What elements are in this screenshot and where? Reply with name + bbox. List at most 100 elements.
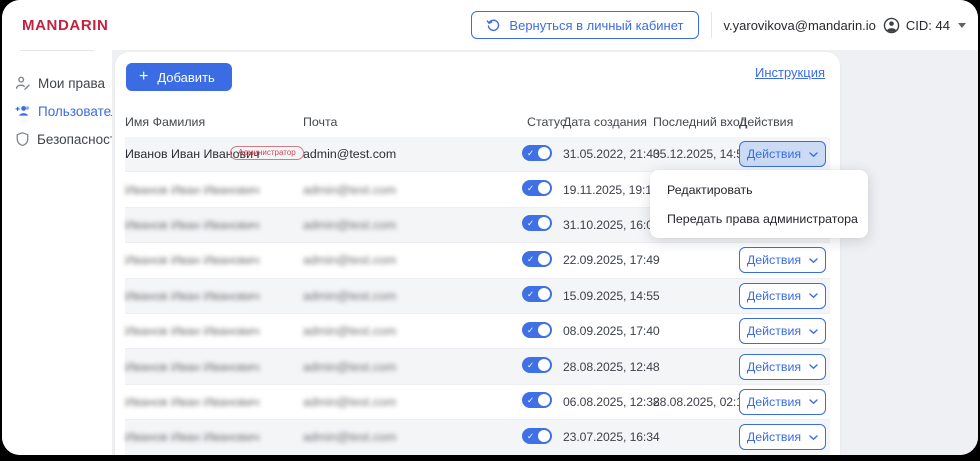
- user-name: Иванов Иван Иванович: [125, 430, 260, 445]
- created-date: 15.09.2025, 14:55: [563, 288, 660, 303]
- column-header-created: Дата создания: [563, 114, 647, 129]
- table-row: Иванов Иван Иванович admin@test.com 22.0…: [125, 243, 830, 279]
- column-header-name: Имя Фамилия: [125, 114, 206, 129]
- top-header: MANDARIN Вернуться в личный кабинет v.ya…: [2, 0, 978, 50]
- chevron-down-icon: [809, 293, 818, 299]
- created-date: 31.10.2025, 16:09: [563, 217, 660, 232]
- status-toggle[interactable]: [522, 250, 552, 267]
- add-button-label: Добавить: [157, 69, 215, 85]
- user-name: Иванов Иван Иванович: [125, 324, 260, 339]
- created-date: 28.08.2025, 12:48: [563, 359, 660, 374]
- user-name: Иванов Иван Иванович: [125, 253, 260, 268]
- chevron-down-icon: [809, 151, 818, 157]
- user-email: admin@test.com: [303, 324, 397, 339]
- person-edit-icon: [15, 76, 30, 90]
- menu-item-edit[interactable]: Редактировать: [650, 175, 868, 204]
- actions-button[interactable]: Действия: [739, 141, 826, 168]
- user-email: admin@test.com: [303, 182, 397, 197]
- user-email-text: v.yarovikova@mandarin.io: [723, 17, 876, 33]
- user-email: admin@test.com: [303, 217, 397, 232]
- menu-item-transfer-admin[interactable]: Передать права администратора: [650, 204, 868, 233]
- actions-button-label: Действия: [746, 430, 802, 445]
- user-name: Иванов Иван Иванович: [125, 394, 260, 409]
- user-name: Иванов Иван Иванович: [125, 217, 260, 232]
- sidebar-item-users[interactable]: Пользователи: [2, 98, 126, 124]
- table-row: Иванов Иван Иванович admin@test.com 06.0…: [125, 385, 830, 421]
- user-email: admin@test.com: [303, 288, 397, 303]
- last-login-date: 05.12.2025, 14:52: [653, 147, 750, 162]
- status-toggle[interactable]: [522, 286, 552, 303]
- plus-icon: [139, 69, 148, 85]
- app-window: MANDARIN Вернуться в личный кабинет v.ya…: [2, 0, 978, 455]
- column-header-email: Почта: [303, 114, 338, 129]
- actions-button-label: Действия: [746, 394, 802, 409]
- actions-button-label: Действия: [746, 147, 802, 162]
- status-toggle[interactable]: [522, 392, 552, 409]
- status-toggle[interactable]: [522, 427, 552, 444]
- actions-button-label: Действия: [746, 253, 802, 268]
- table-row: Администратор Иванов Иван Иванович admin…: [125, 137, 830, 173]
- status-toggle[interactable]: [522, 215, 552, 232]
- avatar-icon: [883, 17, 900, 34]
- main-area: Добавить Инструкция Имя Фамилия Почта Ст…: [112, 50, 978, 455]
- sidebar-item-label: Мои права: [38, 75, 106, 91]
- column-header-actions: Действия: [739, 114, 794, 129]
- status-toggle[interactable]: [522, 321, 552, 338]
- return-arrow-icon: [487, 19, 500, 31]
- actions-dropdown-menu: Редактировать Передать права администрат…: [650, 170, 868, 238]
- actions-button[interactable]: Действия: [739, 282, 826, 309]
- sidebar-item-my-rights[interactable]: Мои права: [2, 70, 112, 96]
- chevron-down-icon: [809, 435, 818, 440]
- chevron-down-icon: [809, 364, 818, 370]
- table-row: Иванов Иван Иванович admin@test.com 23.0…: [125, 420, 830, 455]
- actions-button[interactable]: Действия: [739, 424, 826, 451]
- back-button-label: Вернуться в личный кабинет: [509, 17, 684, 33]
- toolbar: Добавить Инструкция: [125, 52, 830, 106]
- users-card: Добавить Инструкция Имя Фамилия Почта Ст…: [115, 52, 868, 455]
- header-divider: [710, 12, 712, 38]
- actions-button[interactable]: Действия: [739, 388, 826, 415]
- instruction-link[interactable]: Инструкция: [755, 65, 825, 80]
- table-header-row: Имя Фамилия Почта Статус Дата создания П…: [125, 106, 830, 137]
- header-right: Вернуться в личный кабинет v.yarovikova@…: [471, 11, 978, 39]
- created-date: 06.08.2025, 12:38: [563, 394, 660, 409]
- chevron-down-icon: [809, 258, 818, 263]
- user-name: Иванов Иван Иванович: [125, 182, 260, 197]
- actions-button-label: Действия: [746, 359, 802, 374]
- account-chevron-down-icon[interactable]: [958, 22, 966, 28]
- created-date: 22.09.2025, 17:49: [563, 253, 660, 268]
- actions-button[interactable]: Действия: [739, 353, 826, 380]
- cid-label: CID: 44: [905, 17, 950, 33]
- actions-button[interactable]: Действия: [739, 247, 826, 274]
- status-toggle[interactable]: [522, 180, 552, 197]
- status-toggle[interactable]: [522, 144, 552, 161]
- person-add-icon: [15, 106, 30, 116]
- brand-logo: MANDARIN: [22, 16, 109, 34]
- actions-button-label: Действия: [746, 324, 802, 339]
- chevron-down-icon: [809, 328, 818, 334]
- back-to-cabinet-button[interactable]: Вернуться в личный кабинет: [471, 11, 699, 39]
- table-row: Иванов Иван Иванович admin@test.com 28.0…: [125, 349, 830, 385]
- user-email: admin@test.com: [303, 359, 397, 374]
- last-login-date: 28.08.2025, 02:16: [653, 394, 750, 409]
- created-date: 31.05.2022, 21:43: [563, 147, 660, 162]
- status-toggle[interactable]: [522, 357, 552, 374]
- user-email: admin@test.com: [303, 147, 397, 162]
- user-email: admin@test.com: [303, 253, 397, 268]
- created-date: 23.07.2025, 16:34: [563, 430, 660, 445]
- sidebar-item-security[interactable]: Безопасность: [2, 126, 123, 152]
- admin-badge: Администратор: [230, 146, 304, 161]
- add-user-button[interactable]: Добавить: [126, 63, 232, 91]
- actions-button[interactable]: Действия: [739, 318, 826, 345]
- user-name: Иванов Иван Иванович: [125, 359, 260, 374]
- table-row: Иванов Иван Иванович admin@test.com 08.0…: [125, 314, 830, 350]
- chevron-down-icon: [809, 399, 818, 405]
- actions-button-label: Действия: [746, 288, 802, 303]
- column-header-last-login: Последний вход: [653, 114, 747, 129]
- user-name: Иванов Иван Иванович: [125, 288, 260, 303]
- user-email: admin@test.com: [303, 394, 397, 409]
- sidebar-item-label: Безопасность: [37, 131, 124, 147]
- sidebar: Мои права Пользователи Безопасность: [2, 50, 126, 455]
- user-email: admin@test.com: [303, 430, 397, 445]
- created-date: 19.11.2025, 19:14: [563, 182, 659, 197]
